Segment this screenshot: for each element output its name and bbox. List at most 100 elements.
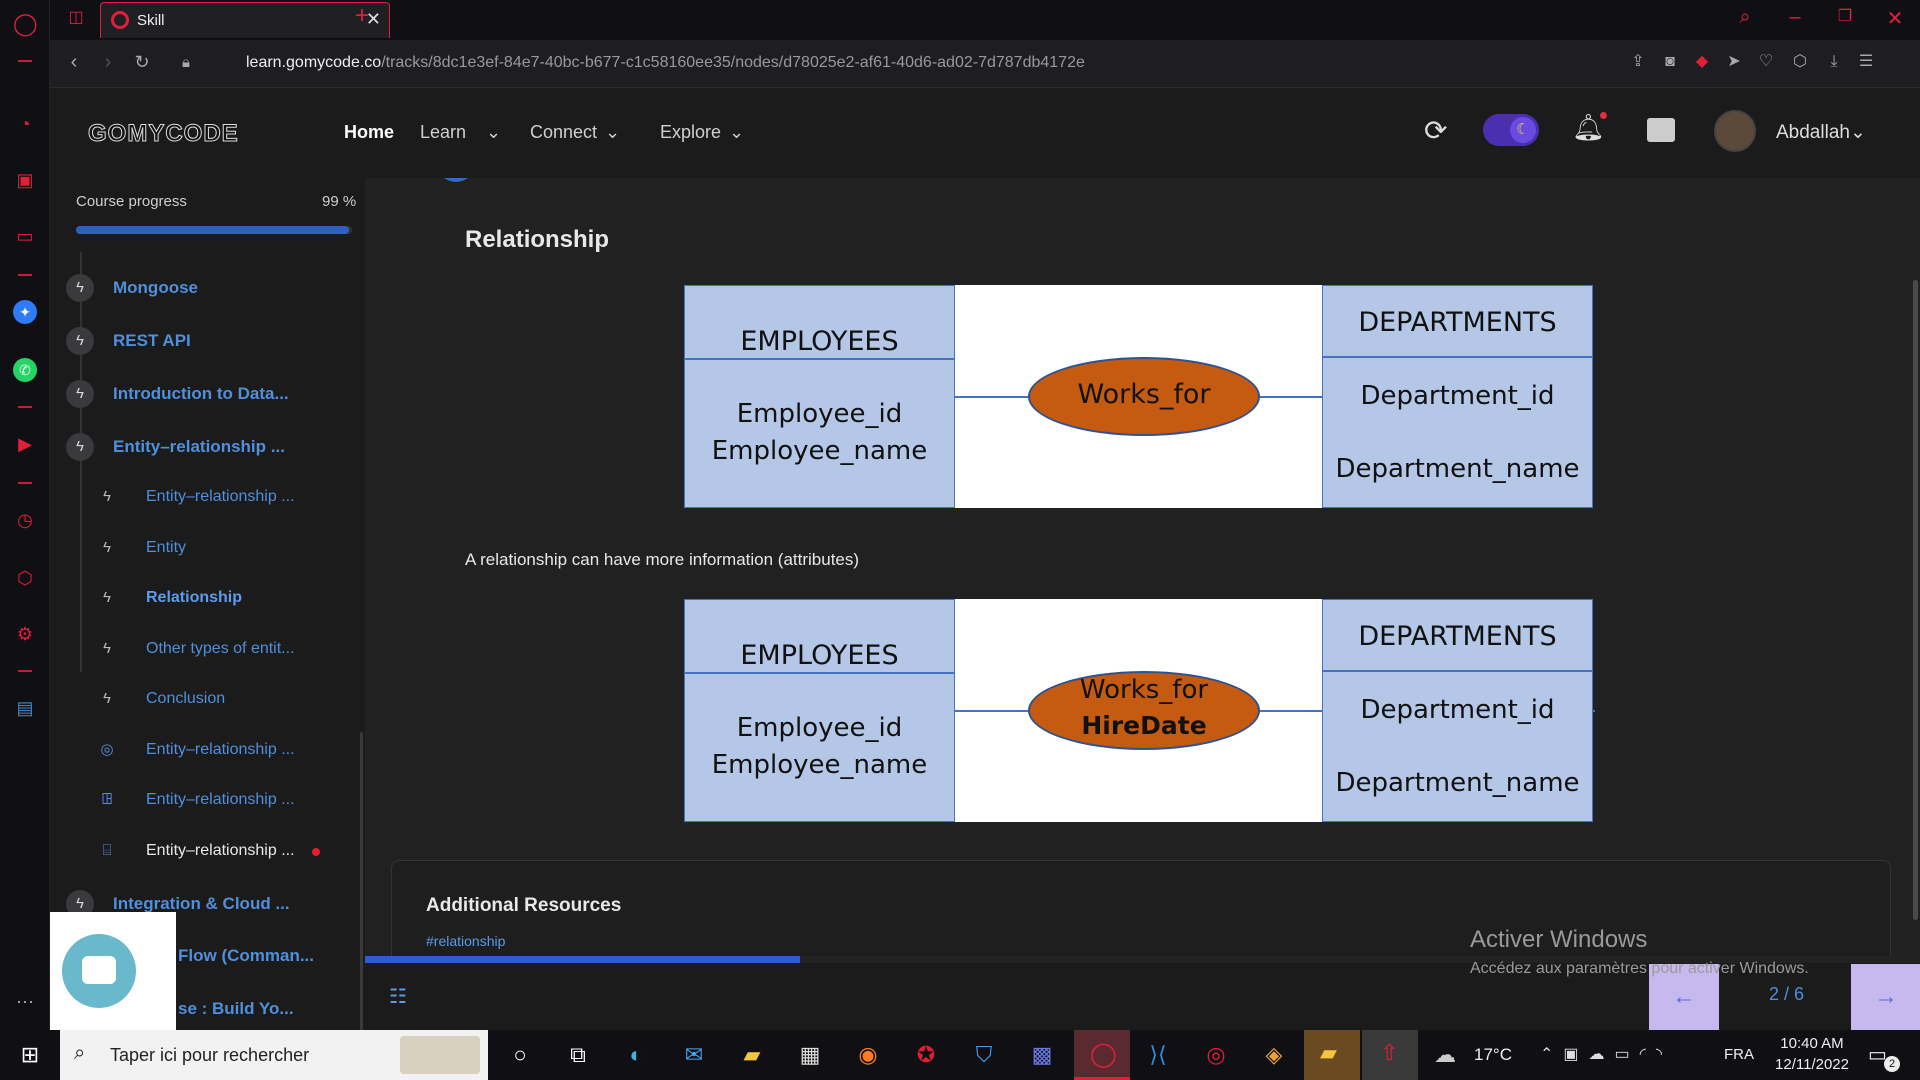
player-icon[interactable]: ▶ bbox=[13, 432, 37, 456]
teams-icon[interactable]: ▩ bbox=[1024, 1038, 1060, 1072]
sidebar-divider bbox=[18, 670, 32, 672]
system-tray-icons[interactable]: ⌃▣☁▭◜◝ bbox=[1540, 1044, 1672, 1064]
nav-home[interactable]: Home bbox=[344, 122, 394, 143]
chat-icon[interactable] bbox=[1647, 118, 1675, 142]
resource-tag[interactable]: #relationship bbox=[426, 933, 505, 949]
messenger-icon[interactable]: ✦ bbox=[13, 300, 37, 324]
bolt-icon: ϟ bbox=[103, 488, 111, 505]
snapshot-icon[interactable]: ◙ bbox=[1656, 50, 1684, 78]
share-icon[interactable]: ⇪ bbox=[1624, 50, 1652, 78]
easy-setup-icon[interactable]: ☰ bbox=[1852, 50, 1880, 78]
minimize-icon[interactable]: – bbox=[1780, 6, 1810, 29]
settings-icon[interactable]: ⚙ bbox=[13, 622, 37, 646]
notification-count: 2 bbox=[1884, 1056, 1900, 1072]
language-indicator[interactable]: FRA bbox=[1724, 1046, 1754, 1063]
lesson-item[interactable]: ϟ Other types of entit... bbox=[50, 632, 360, 672]
store-icon[interactable]: ▦ bbox=[792, 1038, 828, 1072]
lesson-item[interactable]: ϟ Entity bbox=[50, 531, 360, 571]
heart-icon[interactable]: ♡ bbox=[1752, 50, 1780, 78]
entity-attribute: Department_name bbox=[1335, 454, 1580, 484]
gomycode-logo[interactable]: GOMYCODE bbox=[88, 120, 239, 148]
lesson-item[interactable]: ꖸ Entity–relationship ... bbox=[50, 783, 360, 823]
speed-dial-icon[interactable]: ◔ bbox=[13, 112, 37, 136]
translate-icon[interactable]: ▤ bbox=[13, 696, 37, 720]
file-explorer-icon[interactable]: ▰ bbox=[734, 1038, 770, 1072]
module-item[interactable]: ϟ Mongoose bbox=[50, 270, 360, 310]
nav-learn[interactable]: Learn ⌄ bbox=[420, 122, 501, 143]
forward-icon[interactable]: › bbox=[94, 50, 122, 78]
restore-icon[interactable]: ❐ bbox=[1830, 6, 1860, 26]
vpn-shield-icon[interactable]: ◆ bbox=[1688, 50, 1716, 78]
gamepad-icon[interactable]: ◫ bbox=[62, 6, 90, 34]
firefox-icon[interactable]: ◉ bbox=[850, 1038, 886, 1072]
chat-widget-button[interactable] bbox=[62, 934, 136, 1008]
taskbar-search[interactable]: ⌕ Taper ici pour rechercher bbox=[60, 1030, 488, 1080]
lesson-outline-icon[interactable]: ☷ bbox=[389, 984, 407, 1009]
weather-icon[interactable]: ☁ bbox=[1434, 1042, 1456, 1068]
lesson-item-active[interactable]: ϟ Relationship bbox=[50, 581, 360, 621]
module-item[interactable]: ϟ REST API bbox=[50, 323, 360, 363]
history-icon[interactable]: ◷ bbox=[13, 508, 37, 532]
windows-start-icon[interactable]: ⊞ bbox=[12, 1038, 48, 1072]
next-button[interactable]: → bbox=[1851, 964, 1920, 1030]
cortana-icon[interactable]: ○ bbox=[502, 1038, 538, 1072]
lesson-label: Conclusion bbox=[146, 690, 226, 707]
reload-icon[interactable]: ↻ bbox=[128, 50, 156, 78]
lesson-item[interactable]: ⌸ Entity–relationship ... bbox=[50, 834, 360, 874]
url-field[interactable]: learn.gomycode.co/tracks/8dc1e3ef-84e7-4… bbox=[246, 54, 1085, 72]
theme-toggle[interactable]: ☾ bbox=[1483, 114, 1539, 146]
vscode-icon[interactable]: ⟩⟨ bbox=[1140, 1038, 1176, 1072]
files-taskbar-active[interactable]: ▰ bbox=[1304, 1030, 1360, 1080]
module-item[interactable]: ϟ Introduction to Data... bbox=[50, 376, 360, 416]
sidebar-divider bbox=[18, 406, 32, 408]
nav-connect[interactable]: Connect ⌄ bbox=[530, 122, 620, 143]
task-view-icon[interactable]: ⧉ bbox=[560, 1038, 596, 1072]
whatsapp-icon[interactable]: ✆ bbox=[13, 358, 37, 382]
lesson-item[interactable]: ◎ Entity–relationship ... bbox=[50, 733, 360, 773]
send-icon[interactable]: ➤ bbox=[1720, 50, 1748, 78]
search-highlight-image bbox=[400, 1036, 480, 1074]
security-icon[interactable]: ⛉ bbox=[966, 1038, 1002, 1072]
sidebar-scrollbar[interactable] bbox=[360, 732, 363, 1030]
back-icon[interactable]: ‹ bbox=[60, 50, 88, 78]
git-icon[interactable]: ◈ bbox=[1256, 1038, 1292, 1072]
clock[interactable]: 10:40 AM 12/11/2022 bbox=[1772, 1035, 1852, 1073]
edge-icon[interactable]: ◐ bbox=[618, 1038, 654, 1072]
moon-icon: ☾ bbox=[1510, 117, 1536, 143]
close-window-icon[interactable]: ✕ bbox=[1880, 6, 1910, 31]
app-taskbar-active[interactable]: ⇧ bbox=[1362, 1030, 1418, 1080]
extensions-icon[interactable]: ⬡ bbox=[13, 566, 37, 590]
relation-label: Works_for bbox=[1077, 379, 1211, 410]
lesson-item[interactable]: ϟ Entity–relationship ... bbox=[50, 480, 360, 520]
search-tabs-icon[interactable]: ⌕ bbox=[1730, 6, 1760, 29]
module-label: se : Build Yo... bbox=[178, 999, 294, 1018]
progress-bar bbox=[76, 226, 352, 234]
game-icon[interactable]: ✪ bbox=[908, 1038, 944, 1072]
works-for-relation: Works_for HireDate bbox=[1028, 671, 1260, 750]
new-tab-icon[interactable]: + bbox=[348, 4, 376, 32]
mail-icon[interactable]: ✉ bbox=[676, 1038, 712, 1072]
more-icon[interactable]: ⋯ bbox=[13, 990, 37, 1014]
entity-divider bbox=[1323, 670, 1592, 672]
content-scrollbar[interactable] bbox=[1913, 280, 1918, 920]
download-icon[interactable]: ⤓ bbox=[1820, 50, 1848, 78]
weather-temp[interactable]: 17°C bbox=[1474, 1045, 1512, 1065]
avatar[interactable] bbox=[1714, 110, 1756, 152]
browser-tab[interactable]: Skill ✕ bbox=[100, 2, 390, 38]
arrow-left-icon: ← bbox=[1672, 983, 1696, 1010]
refresh-icon[interactable]: ⟳ bbox=[1424, 114, 1447, 147]
opera-gx-icon[interactable]: ◎ bbox=[1198, 1038, 1234, 1072]
workspace-icon[interactable]: ▣ bbox=[13, 168, 37, 192]
chevron-down-icon: ⌄ bbox=[486, 122, 502, 142]
opera-logo-icon[interactable]: ◯ bbox=[13, 12, 38, 36]
lesson-label: Entity–relationship ... bbox=[146, 842, 295, 859]
nav-explore[interactable]: Explore ⌄ bbox=[660, 122, 744, 143]
people-icon: ꖸ bbox=[101, 791, 113, 808]
lesson-label: Relationship bbox=[146, 589, 243, 606]
user-menu[interactable]: Abdallah⌄ bbox=[1776, 121, 1866, 144]
opera-taskbar-active[interactable]: ◯ bbox=[1074, 1030, 1130, 1080]
lesson-item[interactable]: ϟ Conclusion bbox=[50, 682, 360, 722]
module-item[interactable]: ϟ Entity–relationship ... bbox=[50, 429, 360, 469]
twitch-icon[interactable]: ▭ bbox=[13, 224, 37, 248]
cube-icon[interactable]: ⬡ bbox=[1786, 50, 1814, 78]
